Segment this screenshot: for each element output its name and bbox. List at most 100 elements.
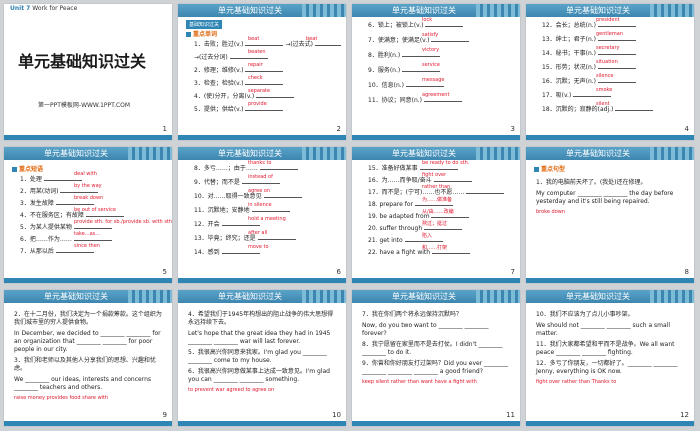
exercise-item: 4．(使)分开，分离(v.)	[194, 92, 295, 100]
exercise-item: 15．准备好做某事	[368, 164, 458, 172]
question-text: 18. prepare for	[368, 201, 415, 208]
slide-number: 2	[336, 125, 341, 133]
answer-blank	[73, 235, 112, 241]
question-text: 8．多亏……；由于……	[194, 165, 260, 172]
answer-blank	[414, 200, 453, 206]
question-text: 14．感到	[194, 249, 222, 256]
exercise-item: 4．不在服务区；有故障	[20, 211, 124, 219]
slide-thumbnail-12[interactable]: 单元基础知识过关 10．我们不应该为了点儿小事吵架。 We should not _…	[526, 290, 694, 426]
section-heading: 重点单词	[186, 29, 217, 38]
slide-thumbnail-9[interactable]: 单元基础知识过关 2．在十二月份，我们决定为一个捐款筹款。这个组织为我们城市里的穷…	[4, 290, 172, 426]
sentence-block: 7．我在你们两个将永远保持沉默吗？ Now, do you two want to…	[362, 311, 510, 386]
exercise-item: 22. have a fight with	[368, 248, 470, 256]
question-text: 12．会长；总统(n.)	[542, 22, 598, 29]
exercise-item: 10．信息(n.)	[368, 81, 444, 89]
slide-thumbnail-10[interactable]: 单元基础知识过关 4．希望我们于1945年构想出的阻止战争的伟大思想得永远持续下去…	[178, 290, 346, 426]
exercise-item: 2．修理；维修(v.)	[194, 66, 284, 74]
slide-thumbnail-3[interactable]: 单元基础知识过关 lock 6．锁上；被锁上(v.) satisfy 7．使满意；使满…	[352, 4, 520, 140]
slide-header: 单元基础知识过关	[526, 290, 694, 303]
exercise-item: 9．服务(n.)	[368, 66, 441, 74]
slide-thumbnail-5[interactable]: 单元基础知识过关 重点短语 deal with 1．处理 by the way 2．用某…	[4, 147, 172, 283]
slide-header-title: 单元基础知识过关	[218, 292, 282, 301]
slide-header-title: 单元基础知识过关	[218, 6, 282, 15]
sentence-prompt: 3．我们和老师以及其他人分享我们的思想、兴趣和忧虑。	[14, 357, 156, 372]
question-text: 12．开会	[194, 221, 222, 228]
question-text: 16．为……而争取/奋斗	[368, 177, 434, 184]
exercise-item: 8．胜利(n.)	[368, 51, 441, 59]
question-text: 4．(使)分开，分离(v.)	[194, 93, 257, 100]
slide-header: 单元基础知识过关	[352, 147, 520, 160]
exercise-item: 8．多亏……；由于……	[194, 164, 298, 172]
answer-blank	[431, 248, 470, 254]
slide-thumbnail-6[interactable]: 单元基础知识过关 thanks to 8．多亏……；由于…… instead of 9…	[178, 147, 346, 283]
sentence-prompt: 8．我宁愿留在家里而不是去打仗。I didn't ________ ______…	[362, 341, 503, 356]
exercise-item: 13．绅士；君子(n.)	[542, 35, 636, 43]
slide-footer-bar	[4, 135, 172, 140]
slide-thumbnail-4[interactable]: 单元基础知识过关 president 12．会长；总统(n.) gentleman 1…	[526, 4, 694, 140]
slide-footer-bar	[526, 135, 694, 140]
answer-blank	[85, 211, 124, 217]
question-text: 15．准备好做某事	[368, 165, 420, 172]
exercise-item: 21. get into	[368, 236, 443, 244]
question-text: 9．代替；而不是	[194, 179, 242, 186]
answer-blank	[245, 79, 284, 85]
slide-header-title: 单元基础知识过关	[44, 292, 108, 301]
exercise-item: 16．为……而争取/奋斗	[368, 176, 472, 184]
answer-blank	[251, 206, 290, 212]
exercise-item: 20. suffer through	[368, 224, 463, 232]
slide-thumbnail-1[interactable]: Unit 7 Work for Peace 单元基础知识过关 第一PPT模板网-WW…	[4, 4, 172, 140]
question-text: 7．从那以后	[20, 248, 56, 255]
answer-blank	[55, 247, 94, 253]
exercise-item: 16．沉默；无声(n.)	[542, 77, 636, 85]
exercise-item: 1．处理	[20, 175, 82, 183]
slide-thumbnail-2[interactable]: 单元基础知识过关 基础知识过关 重点单词 beat beat 1．击败；胜过(v.) →(…	[178, 4, 346, 140]
question-text: 18．沉默的；寂静的(adj.)	[542, 106, 616, 113]
slide-header-title: 单元基础知识过关	[566, 149, 630, 158]
question-text: 3．检查；检验(v.)	[194, 80, 246, 87]
slide-header: 单元基础知识过关	[352, 4, 520, 17]
answer-blank	[402, 66, 441, 72]
slide-number: 11	[506, 411, 515, 419]
exercise-item: 7．使满意；使满足(v.)	[368, 36, 470, 44]
sentence-prompt: 1．我的电脑前天坏了。(我处)还在修理。	[536, 179, 647, 186]
section-heading: 重点句型	[534, 164, 565, 173]
answer-blank	[245, 66, 284, 72]
sentence-prompt: 5．我很高兴你同意来我家。I'm glad you ________ _____…	[188, 349, 327, 364]
slide-header: 单元基础知识过关	[178, 290, 346, 303]
exercise-item: 17．吸(v.)	[542, 91, 612, 99]
answer-blank	[60, 187, 99, 193]
answer-text: keep silent rather than want have a figh…	[362, 379, 477, 385]
answer-blank	[597, 35, 636, 41]
exercise-item: 6．把……作为……	[20, 235, 112, 243]
slide-header: 单元基础知识过关	[178, 147, 346, 160]
answer-text: broke down	[536, 209, 566, 215]
site-credit: 第一PPT模板网-WWW.1PPT.COM	[38, 102, 131, 109]
slide-thumbnail-7[interactable]: 单元基础知识过关 be ready to do sth. 15．准备好做某事 fig…	[352, 147, 520, 283]
slide-footer-bar	[178, 135, 346, 140]
exercise-item: 14．感到	[194, 248, 260, 256]
slide-thumbnail-8[interactable]: 单元基础知识过关 重点句型 1．我的电脑前天坏了。(我处)还在修理。 My compu…	[526, 147, 694, 283]
answer-blank	[221, 220, 260, 226]
answer-blank	[256, 92, 295, 98]
sentence-prompt: We ________ our ideas, interests and con…	[14, 376, 152, 391]
question-text: 5．为某人提供某物	[20, 224, 74, 231]
slide-thumbnail-11[interactable]: 单元基础知识过关 7．我在你们两个将永远保持沉默吗？ Now, do you two…	[352, 290, 520, 426]
slide-header: 单元基础知识过关	[526, 4, 694, 17]
slide-number: 5	[162, 268, 167, 276]
answer-blank	[241, 178, 280, 184]
answer-blank	[466, 188, 505, 194]
answer-blank	[597, 21, 636, 27]
question-text: 14．秘书；干事(n.)	[542, 50, 598, 57]
answer-blank	[573, 91, 612, 97]
exercise-item: 5．提供；供给(v.)	[194, 105, 284, 113]
sentence-prompt: 9．你曾和你好朋友打过架吗？Did you ever ________ ____…	[362, 360, 509, 375]
slide-header: 单元基础知识过关	[352, 290, 520, 303]
question-text: 13．绅士；君子(n.)	[542, 36, 598, 43]
answer-blank	[431, 36, 470, 42]
slide-number: 8	[684, 268, 689, 276]
answer-blank	[257, 234, 296, 240]
answer-blank	[221, 248, 260, 254]
sentence-prompt: 7．我在你们两个将永远保持沉默吗？	[362, 311, 462, 318]
slide-number: 7	[510, 268, 515, 276]
answer-blank	[405, 81, 444, 87]
